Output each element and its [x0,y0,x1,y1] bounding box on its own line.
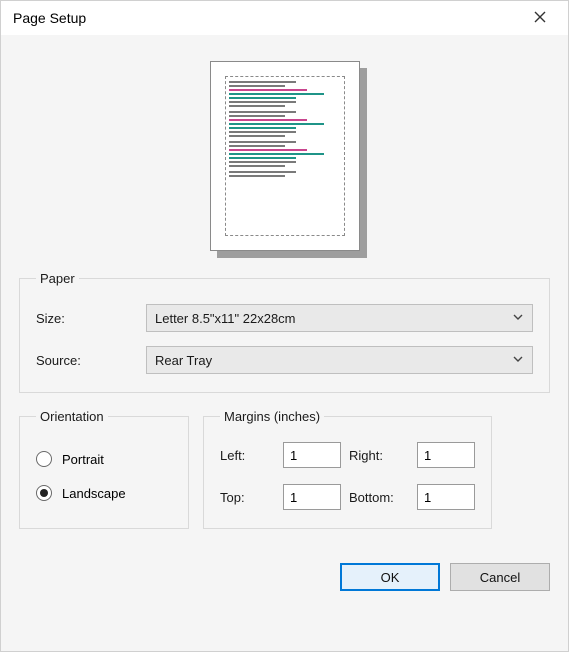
chevron-down-icon [512,353,524,368]
chevron-down-icon [512,311,524,326]
radio-icon [36,451,52,467]
close-icon [534,11,546,26]
orientation-landscape-option[interactable]: Landscape [36,476,172,510]
margin-left-label: Left: [220,448,275,463]
orientation-portrait-label: Portrait [62,452,104,467]
paper-source-value: Rear Tray [155,353,212,368]
paper-source-combo[interactable]: Rear Tray [146,346,533,374]
margin-left-input[interactable]: 1 [283,442,341,468]
margins-group: Margins (inches) Left: 1 Right: 1 Top: 1… [203,409,492,529]
page-setup-dialog: Page Setup [0,0,569,652]
paper-source-label: Source: [36,353,146,368]
button-bar: OK Cancel [19,563,550,591]
margin-right-label: Right: [349,448,409,463]
client-area: Paper Size: Letter 8.5"x11" 22x28cm Sour… [1,35,568,651]
margins-legend: Margins (inches) [220,409,324,424]
paper-group: Paper Size: Letter 8.5"x11" 22x28cm Sour… [19,271,550,393]
orientation-legend: Orientation [36,409,108,424]
page-preview [19,45,550,271]
margin-right-input[interactable]: 1 [417,442,475,468]
paper-legend: Paper [36,271,79,286]
ok-button[interactable]: OK [340,563,440,591]
margin-top-input[interactable]: 1 [283,484,341,510]
titlebar: Page Setup [1,1,568,35]
paper-size-combo[interactable]: Letter 8.5"x11" 22x28cm [146,304,533,332]
margin-top-label: Top: [220,490,275,505]
paper-size-value: Letter 8.5"x11" 22x28cm [155,311,296,326]
orientation-portrait-option[interactable]: Portrait [36,442,172,476]
window-title: Page Setup [13,10,86,26]
margin-bottom-label: Bottom: [349,490,409,505]
page-preview-sheet [210,61,360,251]
orientation-landscape-label: Landscape [62,486,126,501]
margin-bottom-input[interactable]: 1 [417,484,475,510]
page-preview-text [225,76,345,236]
close-button[interactable] [520,4,560,32]
cancel-button[interactable]: Cancel [450,563,550,591]
paper-size-label: Size: [36,311,146,326]
orientation-group: Orientation Portrait Landscape [19,409,189,529]
radio-icon [36,485,52,501]
